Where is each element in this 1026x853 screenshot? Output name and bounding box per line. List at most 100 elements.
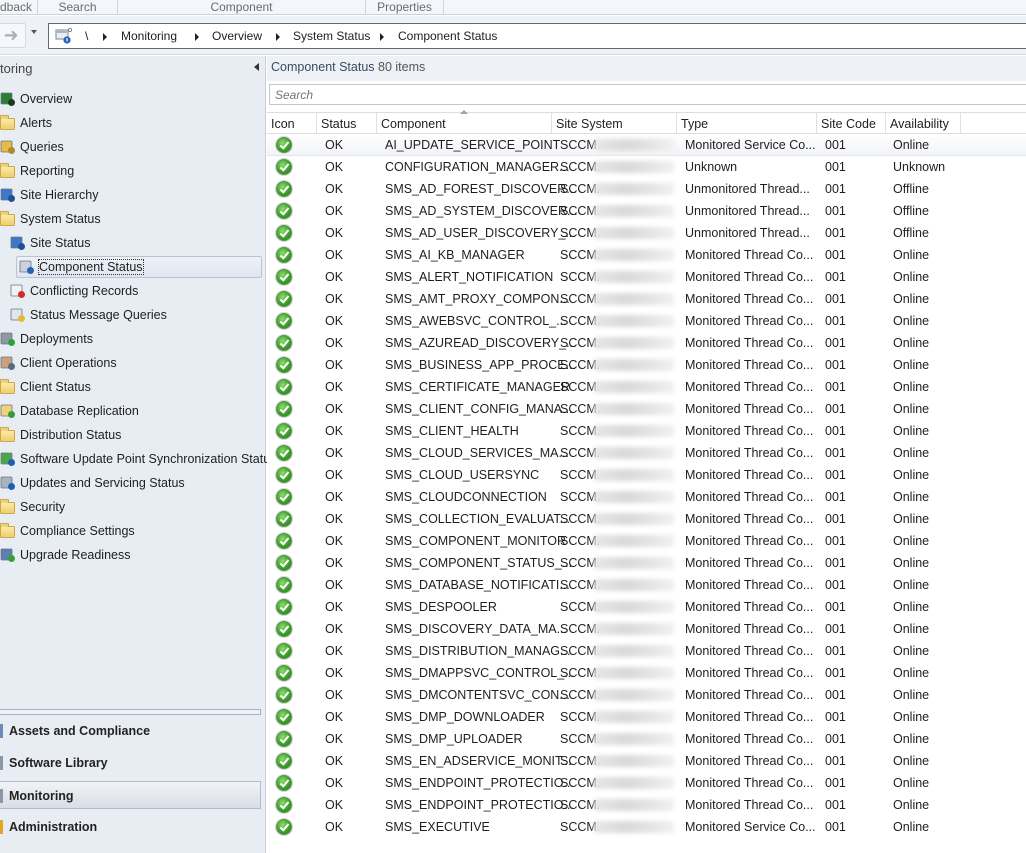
breadcrumb-separator-icon[interactable] — [195, 33, 199, 41]
ok-status-icon — [276, 753, 292, 769]
forward-button[interactable]: ➜ — [0, 23, 26, 48]
table-row[interactable]: OK SMS_AMT_PROXY_COMPON... SCCM. Monitored … — [267, 288, 1026, 310]
cell-text: SMS_CERTIFICATE_MANAGER — [385, 380, 570, 394]
table-row[interactable]: OK AI_UPDATE_SERVICE_POINT SCCM. Monitored … — [267, 134, 1026, 156]
sidebar-item-site-hierarchy[interactable]: Site Hierarchy — [0, 184, 99, 206]
sidebar-item-reporting[interactable]: Reporting — [0, 160, 74, 182]
sidebar-item-site-status[interactable]: Site Status — [10, 232, 90, 254]
cell-text: OK — [325, 182, 344, 196]
breadcrumb-component-status[interactable]: Component Status — [398, 29, 497, 43]
folder-icon — [0, 427, 16, 443]
sidebar-item-overview[interactable]: Overview — [0, 88, 72, 110]
cell-text: 001 — [825, 358, 846, 372]
table-row[interactable]: OK SMS_CLOUD_USERSYNC SCCM. Monitored Threa… — [267, 464, 1026, 486]
cell-site-code: 001 — [825, 662, 846, 684]
table-row[interactable]: OK SMS_DATABASE_NOTIFICATI... SCCM. Monitor… — [267, 574, 1026, 596]
sidebar-item-system-status[interactable]: System Status — [0, 208, 101, 230]
sidebar-item-client-status[interactable]: Client Status — [0, 376, 91, 398]
table-row[interactable]: OK SMS_AD_SYSTEM_DISCOVER... SCCM. Unmonito… — [267, 200, 1026, 222]
table-row[interactable]: OK CONFIGURATION_MANAGER... SCCM. Unknown 00… — [267, 156, 1026, 178]
table-row[interactable]: OK SMS_AD_USER_DISCOVERY_... SCCM. Unmonito… — [267, 222, 1026, 244]
table-row[interactable]: OK SMS_DMCONTENTSVC_CON... SCCM. Monitored … — [267, 684, 1026, 706]
table-row[interactable]: OK SMS_CLIENT_HEALTH SCCM. Monitored Thread… — [267, 420, 1026, 442]
table-row[interactable]: OK SMS_BUSINESS_APP_PROCE... SCCM. Monitore… — [267, 354, 1026, 376]
breadcrumb-root[interactable]: \ — [85, 29, 88, 43]
cell-text: OK — [325, 754, 344, 768]
table-row[interactable]: OK SMS_DISCOVERY_DATA_MA... SCCM. Monitored… — [267, 618, 1026, 640]
table-row[interactable]: OK SMS_DESPOOLER SCCM. Monitored Thread Co.… — [267, 596, 1026, 618]
workspace-assets-and-compliance[interactable]: Assets and Compliance — [0, 717, 261, 745]
table-row[interactable]: OK SMS_AWEBSVC_CONTROL_... SCCM. Monitored … — [267, 310, 1026, 332]
cell-site-system: SCCM. — [560, 398, 680, 420]
sidebar-item-conflicting-records[interactable]: Conflicting Records — [10, 280, 138, 302]
sidebar-item-queries[interactable]: Queries — [0, 136, 64, 158]
sidebar-item-software-update-point-synchronization-status[interactable]: Software Update Point Synchronization St… — [0, 448, 276, 470]
ok-status-icon — [276, 687, 292, 703]
sidebar-item-status-message-queries[interactable]: Status Message Queries — [10, 304, 167, 326]
table-row[interactable]: OK SMS_DMP_UPLOADER SCCM. Monitored Thread … — [267, 728, 1026, 750]
sidebar-item-compliance-settings[interactable]: Compliance Settings — [0, 520, 135, 542]
monitoring-icon — [0, 789, 3, 803]
column-header-icon[interactable]: Icon — [267, 113, 317, 135]
sidebar-item-label: System Status — [20, 212, 101, 226]
workspace-software-library[interactable]: Software Library — [0, 749, 261, 777]
table-row[interactable]: OK SMS_EN_ADSERVICE_MONIT... SCCM. Monitore… — [267, 750, 1026, 772]
redacted-hostname — [594, 667, 674, 679]
table-row[interactable]: OK SMS_ENDPOINT_PROTECTIO... SCCM. Monitore… — [267, 772, 1026, 794]
cell-availability: Online — [893, 816, 929, 838]
workspace-monitoring[interactable]: Monitoring — [0, 781, 261, 809]
redacted-hostname — [594, 183, 674, 195]
sidebar-item-component-status[interactable]: Component Status — [16, 256, 262, 278]
table-row[interactable]: OK SMS_COMPONENT_MONITOR SCCM. Monitored Th… — [267, 530, 1026, 552]
sidebar-item-client-operations[interactable]: Client Operations — [0, 352, 117, 374]
column-header-site-system[interactable]: Site System — [552, 113, 677, 135]
table-row[interactable]: OK SMS_CERTIFICATE_MANAGER SCCM. Monitored … — [267, 376, 1026, 398]
column-header-component[interactable]: Component — [377, 113, 552, 135]
table-row[interactable]: OK SMS_EXECUTIVE SCCM. Monitored Service Co… — [267, 816, 1026, 838]
breadcrumb-separator-icon[interactable] — [380, 33, 384, 41]
breadcrumb-monitoring[interactable]: Monitoring — [121, 29, 177, 43]
history-dropdown-icon[interactable] — [31, 30, 37, 34]
table-row[interactable]: OK SMS_CLIENT_CONFIG_MANA... SCCM. Monitore… — [267, 398, 1026, 420]
sidebar-item-distribution-status[interactable]: Distribution Status — [0, 424, 121, 446]
table-row[interactable]: OK SMS_CLOUDCONNECTION SCCM. Monitored Thre… — [267, 486, 1026, 508]
table-row[interactable]: OK SMS_DISTRIBUTION_MANAG... SCCM. Monitore… — [267, 640, 1026, 662]
pane-splitter[interactable] — [0, 709, 261, 715]
sidebar-item-updates-and-servicing-status[interactable]: Updates and Servicing Status — [0, 472, 185, 494]
workspace-administration[interactable]: Administration — [0, 813, 261, 841]
table-row[interactable]: OK SMS_ALERT_NOTIFICATION SCCM. Monitored T… — [267, 266, 1026, 288]
table-row[interactable]: OK SMS_CLOUD_SERVICES_MA... SCCM. Monitored… — [267, 442, 1026, 464]
table-row[interactable]: OK SMS_COLLECTION_EVALUAT... SCCM. Monitore… — [267, 508, 1026, 530]
breadcrumb-system-status[interactable]: System Status — [293, 29, 370, 43]
sidebar-item-security[interactable]: Security — [0, 496, 65, 518]
redacted-hostname — [594, 271, 674, 283]
cell-type: Monitored Service Co... — [685, 816, 816, 838]
sidebar-item-alerts[interactable]: Alerts — [0, 112, 52, 134]
column-header-type[interactable]: Type — [677, 113, 817, 135]
sidebar-item-label: Updates and Servicing Status — [20, 476, 185, 490]
table-row[interactable]: OK SMS_COMPONENT_STATUS_... SCCM. Monitored… — [267, 552, 1026, 574]
table-row[interactable]: OK SMS_ENDPOINT_PROTECTIO... SCCM. Monitore… — [267, 794, 1026, 816]
sidebar-item-deployments[interactable]: Deployments — [0, 328, 93, 350]
cell-text: Monitored Thread Co... — [685, 314, 814, 328]
sidebar-item-database-replication[interactable]: Database Replication — [0, 400, 139, 422]
redacted-hostname — [594, 403, 674, 415]
breadcrumb-overview[interactable]: Overview — [212, 29, 262, 43]
table-row[interactable]: OK SMS_AZUREAD_DISCOVERY_... SCCM. Monitore… — [267, 332, 1026, 354]
table-row[interactable]: OK SMS_AI_KB_MANAGER SCCM. Monitored Thread… — [267, 244, 1026, 266]
breadcrumb-separator-icon[interactable] — [103, 33, 107, 41]
sidebar-item-upgrade-readiness[interactable]: Upgrade Readiness — [0, 544, 131, 566]
cell-text: Monitored Thread Co... — [685, 490, 814, 504]
table-row[interactable]: OK SMS_DMP_DOWNLOADER SCCM. Monitored Threa… — [267, 706, 1026, 728]
collapse-pane-icon[interactable] — [254, 63, 259, 71]
table-row[interactable]: OK SMS_AD_FOREST_DISCOVER... SCCM. Unmonito… — [267, 178, 1026, 200]
search-input[interactable] — [269, 84, 1026, 105]
column-header-site-code[interactable]: Site Code — [817, 113, 886, 135]
address-bar[interactable]: \ Monitoring Overview System Status Comp… — [48, 23, 1026, 49]
breadcrumb-separator-icon[interactable] — [276, 33, 280, 41]
column-header-status[interactable]: Status — [317, 113, 377, 135]
table-row[interactable]: OK SMS_DMAPPSVC_CONTROL_... SCCM. Monitored… — [267, 662, 1026, 684]
column-header-availability[interactable]: Availability — [886, 113, 961, 135]
conflicting-records-icon — [10, 283, 26, 299]
cell-text: Online — [893, 402, 930, 416]
